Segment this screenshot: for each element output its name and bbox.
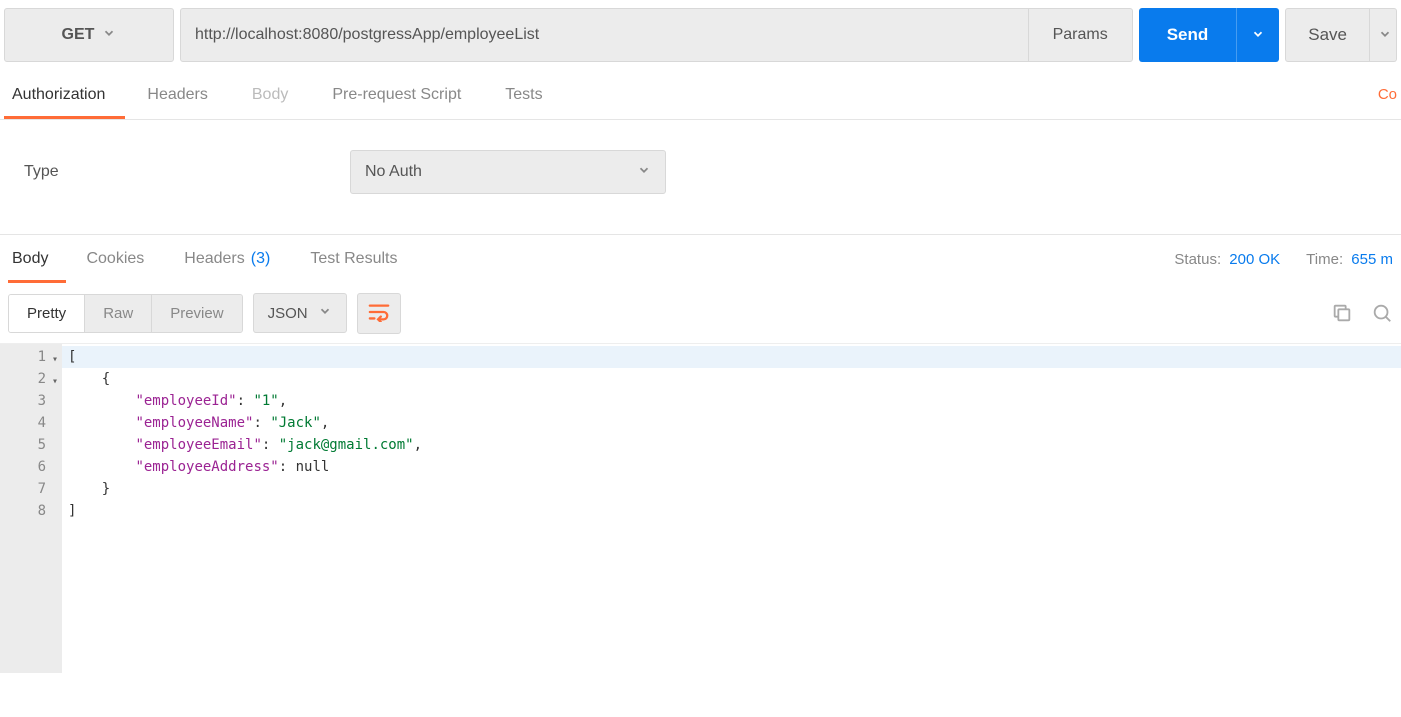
line-number: 7 bbox=[0, 478, 58, 500]
view-preview[interactable]: Preview bbox=[151, 295, 241, 332]
tab-body[interactable]: Body bbox=[230, 70, 310, 119]
auth-panel: Type No Auth bbox=[0, 120, 1401, 235]
code-line: } bbox=[62, 478, 1401, 500]
chevron-down-icon bbox=[318, 304, 332, 322]
url-container: Params bbox=[180, 8, 1133, 62]
view-pretty[interactable]: Pretty bbox=[9, 295, 84, 332]
line-number: 3 bbox=[0, 390, 58, 412]
line-number: 2▾ bbox=[0, 368, 58, 390]
tab-authorization[interactable]: Authorization bbox=[4, 70, 125, 119]
send-button[interactable]: Send bbox=[1139, 8, 1237, 62]
request-tabs: Authorization Headers Body Pre-request S… bbox=[0, 70, 1401, 120]
save-dropdown[interactable] bbox=[1370, 8, 1397, 62]
resp-tab-tests[interactable]: Test Results bbox=[290, 235, 417, 283]
send-dropdown[interactable] bbox=[1236, 8, 1279, 62]
chevron-down-icon bbox=[637, 163, 651, 182]
time-value: 655 m bbox=[1351, 251, 1393, 268]
toolbar-right bbox=[1331, 302, 1393, 324]
tab-prerequest[interactable]: Pre-request Script bbox=[310, 70, 483, 119]
status-block: Status: 200 OK Time: 655 m bbox=[1174, 251, 1393, 268]
time-item: Time: 655 m bbox=[1306, 251, 1393, 268]
line-number: 6 bbox=[0, 456, 58, 478]
chevron-down-icon bbox=[1251, 27, 1265, 44]
auth-type-label: Type bbox=[24, 163, 350, 181]
request-bar: GET Params Send Save bbox=[0, 0, 1401, 70]
params-button[interactable]: Params bbox=[1028, 9, 1132, 61]
auth-type-select[interactable]: No Auth bbox=[350, 150, 666, 194]
line-number: 1▾ bbox=[0, 346, 58, 368]
copy-icon[interactable] bbox=[1331, 302, 1353, 324]
save-button[interactable]: Save bbox=[1285, 8, 1370, 62]
url-input[interactable] bbox=[181, 9, 1028, 61]
view-mode-group: Pretty Raw Preview bbox=[8, 294, 243, 333]
wrap-icon bbox=[368, 302, 390, 325]
chevron-down-icon bbox=[102, 26, 116, 45]
line-gutter: 1▾2▾345678 bbox=[0, 344, 62, 673]
status-item: Status: 200 OK bbox=[1174, 251, 1280, 268]
code-line: { bbox=[62, 368, 1401, 390]
code-line: [ bbox=[62, 346, 1401, 368]
http-method-select[interactable]: GET bbox=[4, 8, 174, 62]
code-content[interactable]: [ { "employeeId": "1", "employeeName": "… bbox=[62, 344, 1401, 673]
response-body-viewer: 1▾2▾345678 [ { "employeeId": "1", "emplo… bbox=[0, 343, 1401, 673]
wrap-toggle[interactable] bbox=[357, 293, 401, 334]
code-line: ] bbox=[62, 500, 1401, 522]
tab-headers[interactable]: Headers bbox=[125, 70, 229, 119]
format-select[interactable]: JSON bbox=[253, 293, 347, 333]
code-link[interactable]: Co bbox=[1378, 86, 1397, 103]
view-raw[interactable]: Raw bbox=[84, 295, 151, 332]
code-line: "employeeAddress": null bbox=[62, 456, 1401, 478]
save-group: Save bbox=[1285, 8, 1397, 62]
resp-tab-cookies[interactable]: Cookies bbox=[66, 235, 164, 283]
code-line: "employeeId": "1", bbox=[62, 390, 1401, 412]
code-line: "employeeName": "Jack", bbox=[62, 412, 1401, 434]
http-method-label: GET bbox=[62, 26, 95, 44]
line-number: 4 bbox=[0, 412, 58, 434]
send-group: Send bbox=[1139, 8, 1280, 62]
line-number: 5 bbox=[0, 434, 58, 456]
response-tabs: Body Cookies Headers (3) Test Results St… bbox=[0, 235, 1401, 283]
line-number: 8 bbox=[0, 500, 58, 522]
tab-tests[interactable]: Tests bbox=[483, 70, 564, 119]
resp-tab-headers[interactable]: Headers (3) bbox=[164, 235, 290, 283]
response-toolbar: Pretty Raw Preview JSON bbox=[0, 283, 1401, 343]
code-line: "employeeEmail": "jack@gmail.com", bbox=[62, 434, 1401, 456]
resp-tab-body[interactable]: Body bbox=[8, 235, 66, 283]
search-icon[interactable] bbox=[1371, 302, 1393, 324]
status-value: 200 OK bbox=[1229, 251, 1280, 268]
chevron-down-icon bbox=[1378, 27, 1392, 44]
